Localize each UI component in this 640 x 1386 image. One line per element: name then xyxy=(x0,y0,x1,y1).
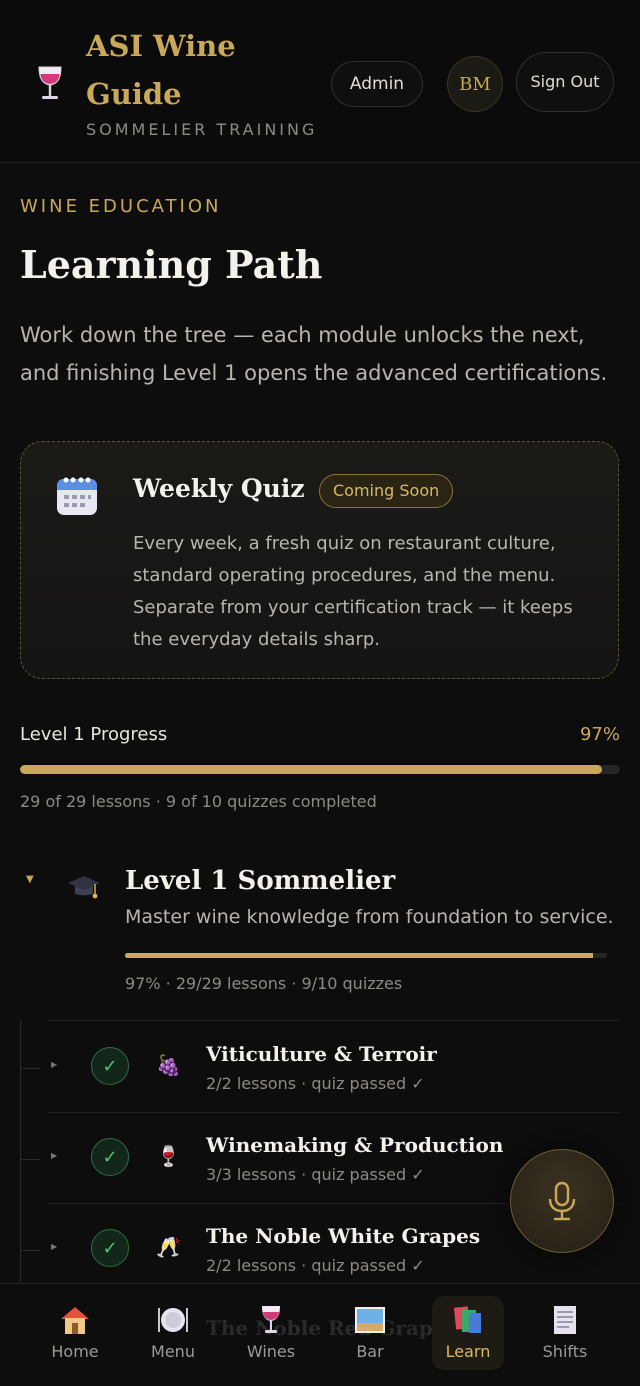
nav-label: Bar xyxy=(356,1342,384,1361)
weekly-quiz-card: Weekly Quiz Coming Soon Every week, a fr… xyxy=(20,441,619,679)
module-title: Winemaking & Production xyxy=(206,1133,504,1157)
nav-wines[interactable]: Wines xyxy=(235,1296,307,1370)
section-kicker: WINE EDUCATION xyxy=(20,196,222,217)
app-header: ASI Wine Guide SOMMELIER TRAINING Admin … xyxy=(0,0,640,163)
tree-branch xyxy=(20,1068,40,1069)
divider xyxy=(48,1020,620,1021)
calendar-icon xyxy=(57,477,97,515)
wine-glass-icon xyxy=(262,1306,280,1333)
clinking-glasses-icon: 🥂 xyxy=(156,1235,181,1259)
module-meta: 2/2 lessons · quiz passed ✓ xyxy=(206,1256,425,1275)
nav-menu[interactable]: Menu xyxy=(137,1296,209,1370)
microphone-icon xyxy=(548,1181,576,1221)
brand-subtitle: SOMMELIER TRAINING xyxy=(86,120,318,139)
house-icon xyxy=(61,1307,89,1334)
wine-glass-icon: 🍷 xyxy=(156,1144,181,1168)
progress-percent: 97% xyxy=(579,724,620,745)
bar-icon xyxy=(355,1307,385,1333)
grapes-icon: 🍇 xyxy=(156,1053,181,1077)
check-icon: ✓ xyxy=(91,1229,129,1267)
expand-caret-icon[interactable]: ▶ xyxy=(51,1060,57,1069)
nav-label: Home xyxy=(51,1342,99,1361)
nav-learn[interactable]: Learn xyxy=(432,1296,504,1370)
nav-shifts[interactable]: Shifts xyxy=(529,1296,601,1370)
coming-soon-badge: Coming Soon xyxy=(319,474,454,508)
tree-branch xyxy=(20,1159,40,1160)
module-meta: 3/3 lessons · quiz passed ✓ xyxy=(206,1165,425,1184)
avatar[interactable]: BM xyxy=(447,56,503,112)
level-subtitle: Master wine knowledge from foundation to… xyxy=(125,906,614,928)
nav-label: Shifts xyxy=(542,1342,588,1361)
page-description: Work down the tree — each module unlocks… xyxy=(20,323,608,385)
expand-caret-icon[interactable]: ▶ xyxy=(51,1242,57,1251)
nav-label: Learn xyxy=(445,1342,491,1361)
progress-bar-fill xyxy=(20,765,602,774)
module-title: The Noble White Grapes xyxy=(206,1224,481,1248)
module-title: Viticulture & Terroir xyxy=(206,1042,437,1066)
check-icon: ✓ xyxy=(91,1047,129,1085)
module-meta: 2/2 lessons · quiz passed ✓ xyxy=(206,1074,425,1093)
schedule-icon xyxy=(554,1306,576,1334)
sign-out-button[interactable]: Sign Out xyxy=(516,52,614,112)
level-title[interactable]: Level 1 Sommelier xyxy=(125,866,395,896)
progress-meta: 29 of 29 lessons · 9 of 10 quizzes compl… xyxy=(20,792,377,811)
graduation-cap-icon xyxy=(68,876,100,899)
progress-bar xyxy=(20,765,620,774)
page-title: Learning Path xyxy=(20,242,323,287)
module-item[interactable]: ▶ ✓ 🍇 Viticulture & Terroir 2/2 lessons … xyxy=(20,1022,620,1112)
progress-label: Level 1 Progress xyxy=(20,724,168,745)
brand-title: ASI Wine Guide xyxy=(86,29,236,111)
level-meta: 97% · 29/29 lessons · 9/10 quizzes xyxy=(125,974,403,993)
plate-icon xyxy=(158,1308,188,1332)
collapse-caret-icon[interactable]: ▼ xyxy=(26,874,34,885)
tree-branch xyxy=(20,1250,40,1251)
nav-home[interactable]: Home xyxy=(39,1296,111,1370)
level-progress-fill xyxy=(125,953,593,958)
voice-assistant-button[interactable] xyxy=(510,1149,614,1253)
check-icon: ✓ xyxy=(91,1138,129,1176)
admin-button[interactable]: Admin xyxy=(331,61,423,107)
weekly-quiz-description: Every week, a fresh quiz on restaurant c… xyxy=(133,533,573,650)
books-icon xyxy=(453,1306,481,1333)
bottom-nav: The Noble Red Grapes Home Menu Wines Bar… xyxy=(0,1283,640,1386)
nav-bar[interactable]: Bar xyxy=(334,1296,406,1370)
level-progress-bar xyxy=(125,953,607,958)
nav-label: Wines xyxy=(246,1342,296,1361)
nav-label: Menu xyxy=(151,1342,195,1361)
expand-caret-icon[interactable]: ▶ xyxy=(51,1151,57,1160)
weekly-quiz-title: Weekly Quiz xyxy=(133,474,305,503)
wine-glass-icon xyxy=(38,66,62,99)
